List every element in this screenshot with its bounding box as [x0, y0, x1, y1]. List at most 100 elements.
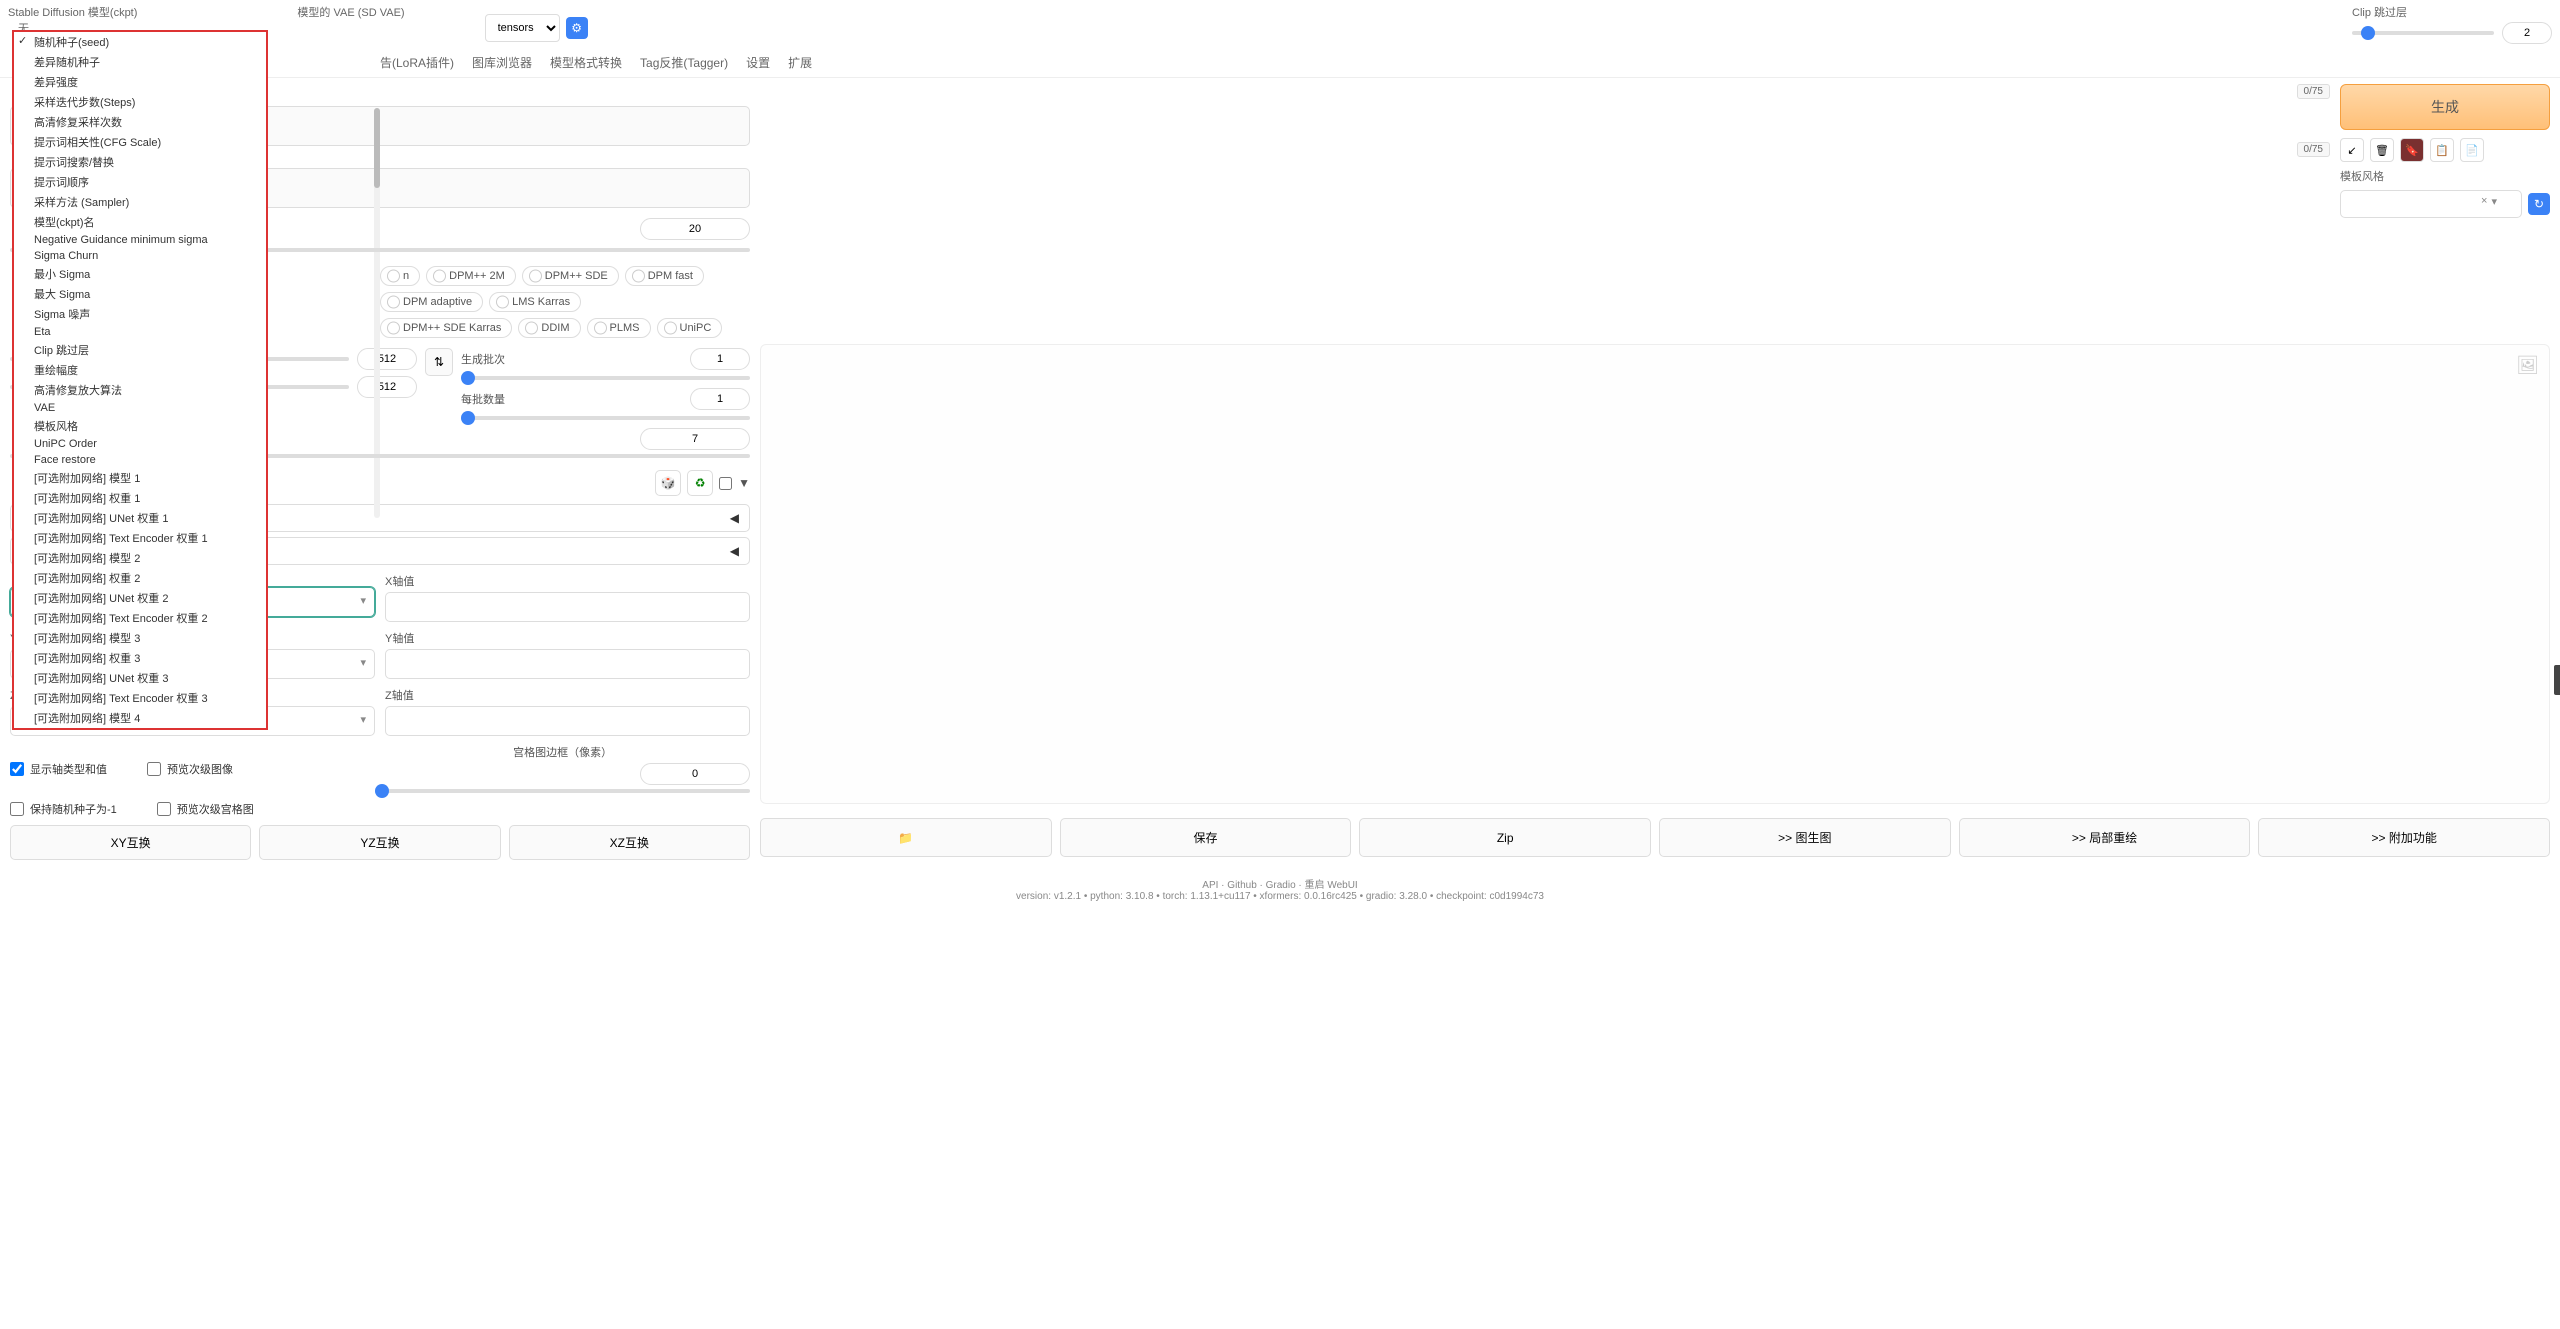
generate-button[interactable]: 生成 — [2340, 84, 2550, 130]
dropdown-option[interactable]: Eta — [14, 324, 266, 340]
style-select[interactable]: ×▾ — [2340, 190, 2522, 218]
clip-slider[interactable] — [2352, 31, 2494, 35]
x-value-input[interactable] — [385, 592, 750, 622]
dropdown-option[interactable]: [可选附加网络] 模型 4 — [14, 708, 266, 728]
batch-size-slider[interactable] — [461, 416, 750, 420]
dropdown-option[interactable]: Clip 跳过层 — [14, 340, 266, 360]
check-preview-sub[interactable]: 预览次级图像 — [147, 761, 233, 777]
sampler-option[interactable]: DPM fast — [625, 266, 704, 286]
dropdown-option[interactable]: 最大 Sigma — [14, 284, 266, 304]
check-show-axis[interactable]: 显示轴类型和值 — [10, 761, 107, 777]
check-preview-grid[interactable]: 预览次级宫格图 — [157, 801, 254, 817]
dropdown-option[interactable]: [可选附加网络] 权重 3 — [14, 648, 266, 668]
check-keep-seed[interactable]: 保持随机种子为-1 — [10, 801, 117, 817]
dropdown-option[interactable]: [可选附加网络] Text Encoder 权重 3 — [14, 688, 266, 708]
y-value-input[interactable] — [385, 649, 750, 679]
z-value-input[interactable] — [385, 706, 750, 736]
dropdown-option[interactable]: 最小 Sigma — [14, 264, 266, 284]
clip-value[interactable] — [2502, 22, 2552, 44]
extra-checkbox[interactable] — [719, 477, 732, 490]
dropdown-option[interactable]: [可选附加网络] UNet 权重 2 — [14, 588, 266, 608]
dropdown-option[interactable]: [可选附加网络] 权重 4 — [14, 728, 266, 730]
img2img-button[interactable]: >> 图生图 — [1659, 818, 1951, 857]
width-input[interactable] — [357, 348, 417, 370]
swap-xz-button[interactable]: XZ互换 — [509, 825, 750, 860]
dropdown-option[interactable]: UniPC Order — [14, 436, 266, 452]
dropdown-option[interactable]: 高清修复放大算法 — [14, 380, 266, 400]
dropdown-option[interactable]: Sigma 噪声 — [14, 304, 266, 324]
nav-tab[interactable]: Tag反推(Tagger) — [640, 54, 728, 71]
dropdown-option[interactable]: [可选附加网络] 权重 2 — [14, 568, 266, 588]
extra-expand[interactable]: ▼ — [738, 476, 750, 490]
dice-button[interactable]: 🎲 — [655, 470, 681, 496]
file-tool-button[interactable]: 📋 — [2430, 138, 2454, 162]
dropdown-option[interactable]: 差异随机种子 — [14, 52, 266, 72]
vae-settings-button[interactable]: ⚙ — [566, 17, 588, 39]
nav-tab[interactable]: 设置 — [746, 54, 770, 71]
dropdown-option[interactable]: 模板风格 — [14, 416, 266, 436]
nav-tab[interactable]: 扩展 — [788, 54, 812, 71]
margin-slider[interactable] — [375, 789, 750, 793]
sampler-option[interactable]: DPM++ SDE — [522, 266, 619, 286]
vae-select[interactable]: tensors — [485, 14, 560, 42]
dropdown-option[interactable]: [可选附加网络] Text Encoder 权重 1 — [14, 528, 266, 548]
dropdown-option[interactable]: [可选附加网络] 权重 1 — [14, 488, 266, 508]
zip-button[interactable]: Zip — [1359, 818, 1651, 857]
dropdown-option[interactable]: 高清修复采样次数 — [14, 112, 266, 132]
sampler-option[interactable]: n — [380, 266, 420, 286]
dropdown-option[interactable]: Negative Guidance minimum sigma — [14, 232, 266, 248]
dropdown-option[interactable]: 差异强度 — [14, 72, 266, 92]
sampler-option[interactable]: DPM adaptive — [380, 292, 483, 312]
cfg-input[interactable] — [640, 428, 750, 450]
style-refresh-button[interactable]: ↻ — [2528, 193, 2550, 215]
trash-tool-button[interactable]: 🗑 — [2370, 138, 2394, 162]
steps-input[interactable] — [640, 218, 750, 240]
dropdown-option[interactable]: [可选附加网络] Text Encoder 权重 2 — [14, 608, 266, 628]
right-edge-handle[interactable] — [2554, 665, 2560, 695]
prompt-count-1: 0/75 — [2297, 84, 2330, 99]
extras-button[interactable]: >> 附加功能 — [2258, 818, 2550, 857]
save-tool-button[interactable]: 📄 — [2460, 138, 2484, 162]
sampler-option[interactable]: DDIM — [518, 318, 580, 338]
swap-yz-button[interactable]: YZ互换 — [259, 825, 500, 860]
dropdown-option[interactable]: 模型(ckpt)名 — [14, 212, 266, 232]
dropdown-option[interactable]: [可选附加网络] 模型 1 — [14, 468, 266, 488]
dropdown-option[interactable]: VAE — [14, 400, 266, 416]
margin-input[interactable] — [640, 763, 750, 785]
dropdown-option[interactable]: 提示词搜索/替换 — [14, 152, 266, 172]
sampler-option[interactable]: DPM++ 2M — [426, 266, 516, 286]
dropdown-option[interactable]: 提示词顺序 — [14, 172, 266, 192]
sampler-option[interactable]: UniPC — [657, 318, 723, 338]
dropdown-option[interactable]: 重绘幅度 — [14, 360, 266, 380]
height-input[interactable] — [357, 376, 417, 398]
dropdown-option[interactable]: 采样方法 (Sampler) — [14, 192, 266, 212]
batch-count-input[interactable] — [690, 348, 750, 370]
batch-count-slider[interactable] — [461, 376, 750, 380]
batch-size-input[interactable] — [690, 388, 750, 410]
recycle-button[interactable]: ♻ — [687, 470, 713, 496]
dropdown-option[interactable]: [可选附加网络] 模型 2 — [14, 548, 266, 568]
dropdown-option[interactable]: [可选附加网络] 模型 3 — [14, 628, 266, 648]
folder-button[interactable]: 📁 — [760, 818, 1052, 857]
nav-tab[interactable]: 模型格式转换 — [550, 54, 622, 71]
swap-dims-button[interactable]: ⇅ — [425, 348, 453, 376]
sampler-option[interactable]: DPM++ SDE Karras — [380, 318, 512, 338]
save-button[interactable]: 保存 — [1060, 818, 1352, 857]
dropdown-option[interactable]: Sigma Churn — [14, 248, 266, 264]
arrow-tool-button[interactable]: ↙ — [2340, 138, 2364, 162]
x-axis-type-dropdown[interactable]: 随机种子(seed)差异随机种子差异强度采样迭代步数(Steps)高清修复采样次… — [12, 30, 268, 730]
dropdown-option[interactable]: 随机种子(seed) — [14, 32, 266, 52]
sampler-option[interactable]: PLMS — [587, 318, 651, 338]
dropdown-option[interactable]: [可选附加网络] UNet 权重 1 — [14, 508, 266, 528]
dropdown-option[interactable]: [可选附加网络] UNet 权重 3 — [14, 668, 266, 688]
footer-links[interactable]: API · Github · Gradio · 重启 WebUI — [10, 876, 2550, 891]
sampler-option[interactable]: LMS Karras — [489, 292, 581, 312]
dropdown-option[interactable]: 采样迭代步数(Steps) — [14, 92, 266, 112]
swap-xy-button[interactable]: XY互换 — [10, 825, 251, 860]
inpaint-button[interactable]: >> 局部重绘 — [1959, 818, 2251, 857]
dropdown-option[interactable]: 提示词相关性(CFG Scale) — [14, 132, 266, 152]
dropdown-option[interactable]: Face restore — [14, 452, 266, 468]
nav-tab[interactable]: 图库浏览器 — [472, 54, 532, 71]
nav-tab[interactable]: 告(LoRA插件) — [380, 54, 454, 71]
bookmark-tool-button[interactable]: 🔖 — [2400, 138, 2424, 162]
